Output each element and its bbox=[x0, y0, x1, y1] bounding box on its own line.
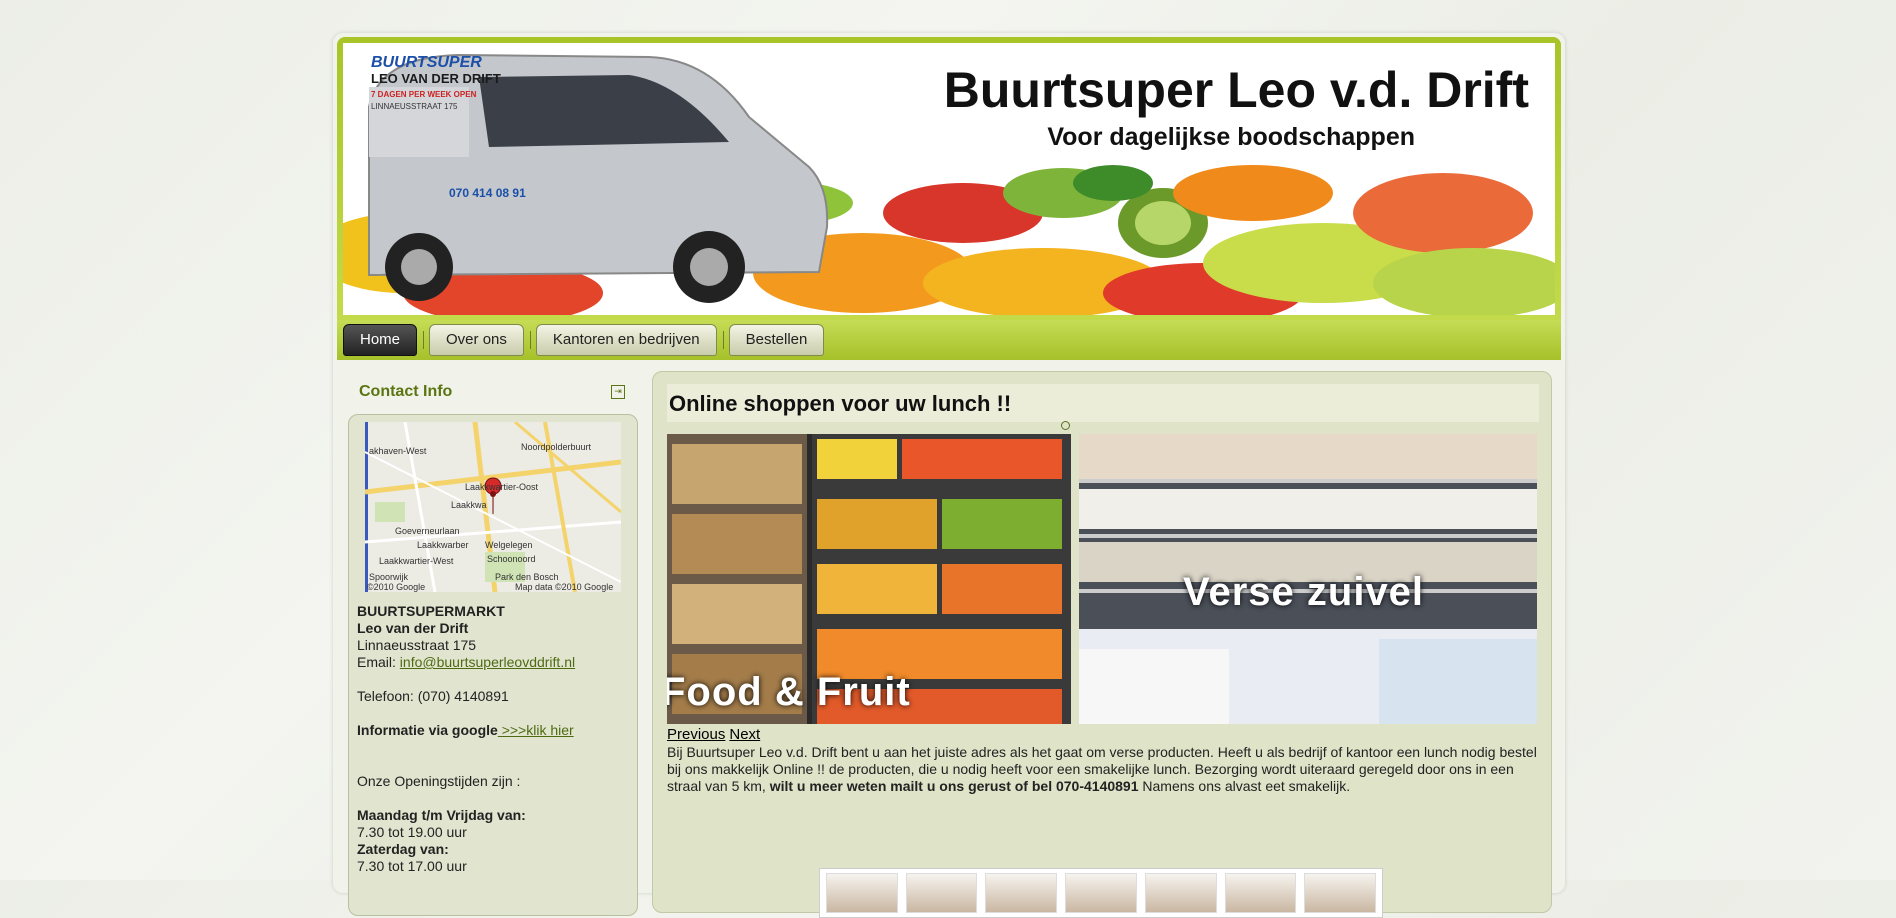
owner-name: Leo van der Drift bbox=[357, 620, 469, 636]
map-label: Schoonoord bbox=[487, 554, 536, 564]
lunch-photo bbox=[905, 873, 978, 913]
email-label: Email: bbox=[357, 654, 400, 670]
lunch-photo-strip bbox=[819, 868, 1383, 918]
saturday-hours: 7.30 tot 17.00 uur bbox=[357, 858, 467, 874]
map-label: akhaven-West bbox=[369, 446, 427, 456]
header-banner: BUURTSUPER LEO VAN DER DRIFT 7 DAGEN PER… bbox=[343, 43, 1555, 315]
svg-text:BUURTSUPER: BUURTSUPER bbox=[371, 54, 482, 71]
next-link[interactable]: Next bbox=[729, 726, 760, 743]
nav-item-bestellen[interactable]: Bestellen bbox=[728, 324, 825, 356]
nav-item-label: Home bbox=[360, 331, 401, 348]
slideshow-image-verse-zuivel[interactable]: Verse zuivel bbox=[1079, 434, 1537, 724]
svg-text:LINNAEUSSTRAAT 175: LINNAEUSSTRAAT 175 bbox=[371, 102, 458, 111]
saturday-label: Zaterdag van: bbox=[357, 841, 449, 857]
map-label: Welgelegen bbox=[485, 540, 533, 550]
map-data-credit: Map data ©2010 Google bbox=[515, 582, 614, 592]
lunch-photo bbox=[1065, 873, 1137, 913]
nav-item-label: Kantoren en bedrijven bbox=[552, 331, 700, 348]
lunch-photo bbox=[985, 873, 1058, 913]
email-link[interactable]: info@buurtsuperleovddrift.nl bbox=[400, 654, 575, 670]
map-label: Laakkwarber bbox=[417, 540, 469, 550]
map-label: Goeverneurlaan bbox=[395, 526, 460, 536]
page-title: Online shoppen voor uw lunch !! bbox=[669, 391, 1012, 416]
slideshow-image-food-fruit[interactable]: Food & Fruit bbox=[667, 434, 1071, 724]
weekdays-hours: 7.30 tot 19.00 uur bbox=[357, 824, 467, 840]
slideshow-controls: Previous Next bbox=[667, 726, 764, 743]
google-map[interactable]: akhaven-West Noordpolderbuurt Laakkwarti… bbox=[365, 422, 621, 592]
map-label: Spoorwijk bbox=[369, 572, 409, 582]
nav-separator bbox=[529, 331, 531, 349]
site-subtitle: Voor dagelijkse boodschappen bbox=[1047, 123, 1415, 151]
map-label: Laakkwartier-Oost bbox=[465, 482, 539, 492]
phone-number: Telefoon: (070) 4140891 bbox=[357, 688, 509, 704]
nav-item-label: Bestellen bbox=[745, 331, 808, 348]
intro-text: Bij Buurtsuper Leo v.d. Drift bent u aan… bbox=[667, 744, 1539, 795]
slide-caption: Food & Fruit bbox=[667, 670, 911, 714]
slide-caption: Verse zuivel bbox=[1183, 570, 1425, 614]
site-title: Buurtsuper Leo v.d. Drift bbox=[943, 62, 1529, 118]
lunch-photo bbox=[1304, 873, 1377, 913]
content-title-bar: Online shoppen voor uw lunch !! bbox=[667, 384, 1539, 422]
map-label: Laakkwa bbox=[451, 500, 487, 510]
nav-item-label: Over ons bbox=[446, 331, 507, 348]
weekdays-label: Maandag t/m Vrijdag van: bbox=[357, 807, 526, 823]
intro-text-bold: wilt u meer weten mailt u ons gerust of … bbox=[769, 778, 1139, 794]
delivery-van-image: BUURTSUPER LEO VAN DER DRIFT 7 DAGEN PER… bbox=[368, 53, 829, 303]
lunch-photo bbox=[1144, 873, 1217, 913]
lunch-photo bbox=[826, 873, 898, 913]
google-info-link[interactable]: >>>klik hier bbox=[498, 722, 574, 738]
site-header: BUURTSUPER LEO VAN DER DRIFT 7 DAGEN PER… bbox=[337, 37, 1561, 320]
nav-separator bbox=[423, 331, 425, 349]
contact-details: BUURTSUPERMARKT Leo van der Drift Linnae… bbox=[357, 603, 627, 875]
intro-text-part2: Namens ons alvast eet smakelijk. bbox=[1138, 778, 1351, 794]
address: Linnaeusstraat 175 bbox=[357, 637, 477, 653]
company-name: BUURTSUPERMARKT bbox=[357, 603, 505, 619]
main-content: Online shoppen voor uw lunch !! Food & F… bbox=[652, 371, 1552, 918]
sidebar-title: Contact Info bbox=[359, 383, 453, 400]
google-info-label: Informatie via google bbox=[357, 722, 498, 738]
previous-link[interactable]: Previous bbox=[667, 726, 725, 743]
svg-text:070 414 08 91: 070 414 08 91 bbox=[449, 186, 526, 200]
svg-text:7 DAGEN PER WEEK OPEN: 7 DAGEN PER WEEK OPEN bbox=[371, 90, 477, 99]
map-label: Noordpolderbuurt bbox=[521, 442, 592, 452]
map-label: Park den Bosch bbox=[495, 572, 559, 582]
opening-hours-intro: Onze Openingstijden zijn : bbox=[357, 773, 521, 789]
nav-item-kantoren-en-bedrijven[interactable]: Kantoren en bedrijven bbox=[535, 324, 724, 356]
resize-handle-icon[interactable] bbox=[1061, 421, 1070, 430]
lunch-photo bbox=[1224, 873, 1297, 913]
nav-item-over-ons[interactable]: Over ons bbox=[429, 324, 531, 356]
collapse-icon[interactable]: ⇥ bbox=[611, 385, 625, 399]
contact-info-box: akhaven-West Noordpolderbuurt Laakkwarti… bbox=[348, 414, 638, 916]
map-label: Laakkwartier-West bbox=[379, 556, 454, 566]
svg-text:LEO VAN DER DRIFT: LEO VAN DER DRIFT bbox=[371, 71, 501, 86]
main-navigation: Home Over ons Kantoren en bedrijven Bestell… bbox=[337, 320, 1561, 360]
nav-item-home[interactable]: Home bbox=[343, 324, 425, 356]
map-copyright: ©2010 Google bbox=[367, 582, 426, 592]
nav-separator bbox=[722, 331, 724, 349]
page-container: BUURTSUPER LEO VAN DER DRIFT 7 DAGEN PER… bbox=[333, 33, 1565, 918]
